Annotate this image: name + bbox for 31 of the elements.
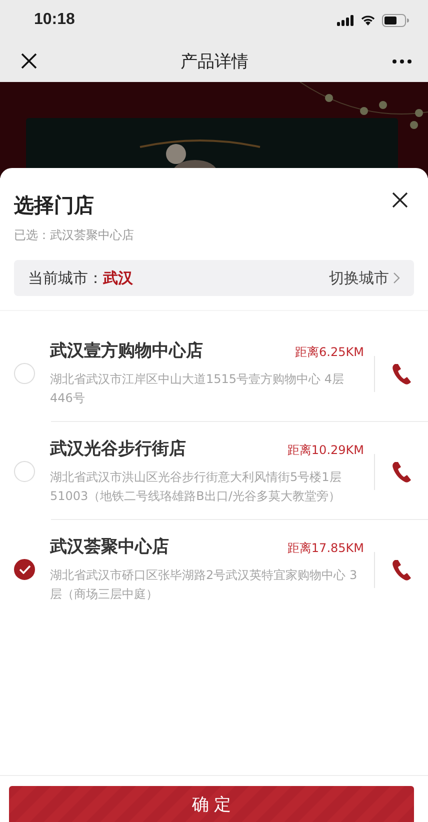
- confirm-button[interactable]: 确 定: [9, 786, 414, 822]
- store-address: 湖北省武汉市洪山区光谷步行街意大利风情街5号楼1层51003（地铁二号线珞雄路B出口/光谷多莫大教堂旁）: [50, 469, 342, 505]
- store-name: 武汉荟聚中心店: [50, 536, 169, 558]
- close-icon[interactable]: [392, 192, 408, 208]
- store-address: 湖北省武汉市硚口区张毕湖路2号武汉英特宜家购物中心 3层（商场三层中庭）: [50, 567, 358, 603]
- phone-icon[interactable]: [392, 558, 412, 580]
- store-name: 武汉光谷步行街店: [50, 438, 186, 460]
- radio-button[interactable]: [14, 461, 35, 482]
- selected-store-text: 已选：武汉荟聚中心店: [14, 227, 134, 244]
- switch-city-link[interactable]: 切换城市: [329, 268, 400, 288]
- page-title: 产品详情: [180, 50, 248, 72]
- signal-icon: [337, 14, 354, 26]
- store-name: 武汉壹方购物中心店: [50, 340, 203, 362]
- city-name: 武汉: [103, 268, 133, 288]
- radio-button[interactable]: [14, 363, 35, 384]
- check-icon: [18, 565, 30, 574]
- status-time: 10:18: [34, 11, 75, 29]
- checked-radio[interactable]: [14, 559, 35, 580]
- more-icon[interactable]: [392, 58, 412, 64]
- store-distance: 距离6.25KM: [295, 344, 364, 361]
- store-address: 湖北省武汉市江岸区中山大道1515号壹方购物中心 4层446号: [50, 371, 345, 407]
- sheet-title: 选择门店: [14, 192, 95, 219]
- phone-icon[interactable]: [392, 362, 412, 384]
- wifi-icon: [360, 14, 376, 26]
- chevron-icon: [393, 272, 400, 284]
- battery-icon: [382, 14, 409, 26]
- store-distance: 距离17.85KM: [287, 540, 364, 557]
- city-label: 当前城市：: [28, 268, 103, 288]
- close-icon[interactable]: [21, 53, 37, 69]
- store-distance: 距离10.29KM: [287, 442, 364, 459]
- phone-icon[interactable]: [392, 460, 412, 482]
